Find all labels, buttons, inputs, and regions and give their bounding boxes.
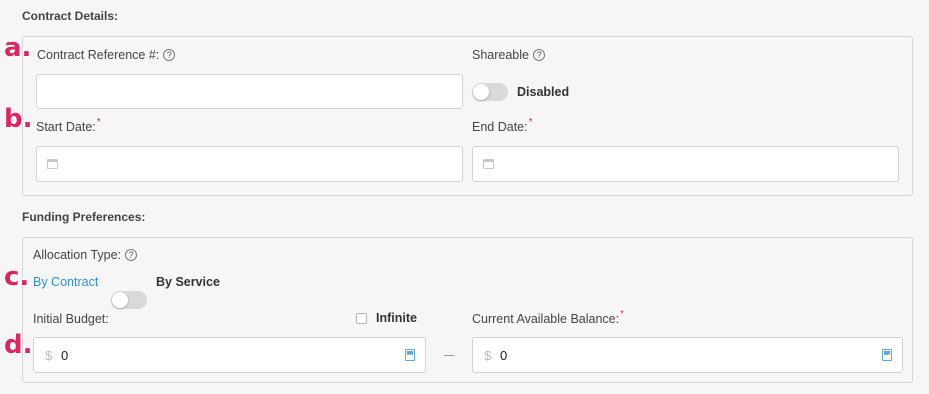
toggle-knob: [112, 292, 128, 308]
shareable-status: Disabled: [517, 85, 570, 99]
annotation-marker-c: c.: [4, 262, 30, 292]
toggle-knob: [473, 84, 489, 100]
contract-reference-label-text: Contract Reference #:: [37, 48, 160, 62]
start-date-label-text: Start Date:: [36, 120, 96, 134]
range-separator: [444, 355, 454, 356]
by-service-option[interactable]: By Service: [156, 275, 220, 289]
dollar-icon: $: [484, 348, 492, 363]
help-icon[interactable]: ?: [533, 49, 545, 61]
shareable-toggle[interactable]: [472, 83, 508, 101]
annotation-marker-b: b.: [4, 104, 33, 134]
help-icon[interactable]: ?: [163, 49, 176, 61]
infinite-label: Infinite: [376, 311, 417, 325]
allocation-type-label-text: Allocation Type:: [33, 248, 122, 262]
calendar-icon: [483, 159, 494, 169]
required-mark: *: [96, 116, 101, 128]
annotation-marker-d: d.: [4, 330, 33, 360]
shareable-label-text: Shareable: [472, 48, 529, 62]
contract-reference-label: Contract Reference #: ?: [37, 48, 176, 62]
current-balance-input[interactable]: $ 0: [472, 337, 903, 373]
end-date-input[interactable]: [472, 146, 899, 182]
current-balance-value: 0: [500, 348, 508, 363]
infinite-checkbox[interactable]: [356, 313, 367, 324]
contract-reference-input[interactable]: [36, 74, 463, 109]
help-icon[interactable]: ?: [125, 249, 138, 261]
shareable-label: Shareable ?: [472, 48, 545, 62]
funding-preferences-title: Funding Preferences:: [22, 210, 146, 224]
current-balance-label-text: Current Available Balance:: [472, 312, 620, 326]
by-contract-option[interactable]: By Contract: [33, 275, 98, 289]
end-date-label-text: End Date:: [472, 120, 528, 134]
current-balance-label: Current Available Balance: *: [472, 308, 624, 327]
required-mark: *: [620, 308, 624, 320]
initial-budget-input[interactable]: $ 0: [33, 337, 426, 373]
initial-budget-value: 0: [61, 348, 69, 363]
start-date-input[interactable]: [36, 146, 463, 182]
required-mark: *: [528, 116, 533, 128]
annotation-marker-a: a.: [4, 33, 32, 63]
calculator-icon[interactable]: [882, 349, 892, 361]
calculator-icon[interactable]: [405, 349, 415, 361]
calendar-icon: [47, 159, 58, 169]
start-date-label: Start Date: *: [36, 116, 101, 135]
allocation-type-toggle[interactable]: [111, 291, 147, 309]
contract-details-title: Contract Details:: [22, 9, 119, 23]
dollar-icon: $: [45, 348, 53, 363]
end-date-label: End Date: *: [472, 116, 533, 135]
initial-budget-label: Initial Budget:: [33, 312, 109, 326]
allocation-type-label: Allocation Type: ?: [33, 248, 138, 262]
